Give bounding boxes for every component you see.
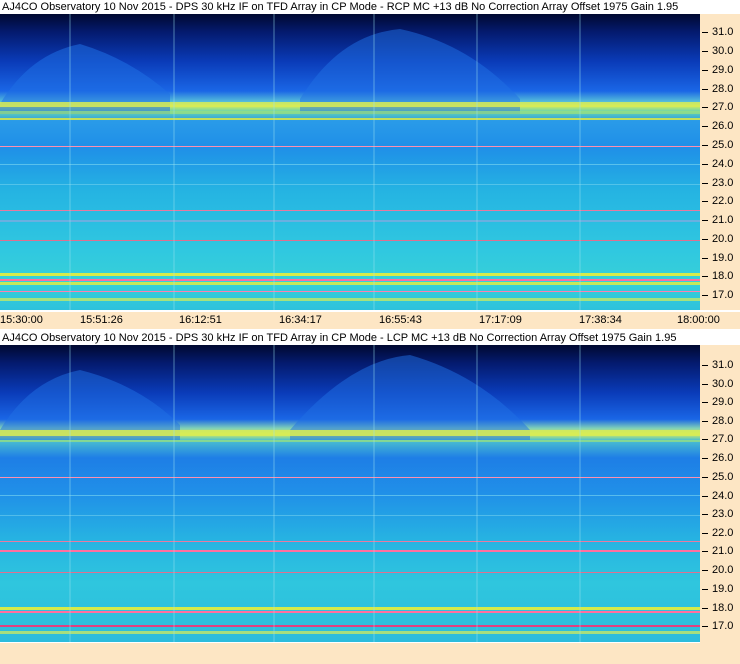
y-tick-label: 27.0 [701,433,734,445]
x-axis: 15:30:00 15:51:26 16:12:51 16:34:17 16:5… [0,312,740,329]
x-tick-label: 16:55:43 [379,314,422,326]
y-tick-label: 31.0 [701,26,734,38]
y-tick-label: 24.0 [701,490,734,502]
panel-title-rcp: AJ4CO Observatory 10 Nov 2015 - DPS 30 k… [0,0,700,14]
y-tick-label: 20.0 [701,233,734,245]
x-tick-label: 18:00:00 [677,314,720,326]
x-tick-label: 16:34:17 [279,314,322,326]
bottom-axis-strip [0,643,740,664]
y-tick-label: 17.0 [701,620,734,632]
y-tick-label: 22.0 [701,527,734,539]
y-tick-label: 26.0 [701,120,734,132]
y-tick-label: 23.0 [701,508,734,520]
y-axis-rcp: 31.0 30.0 29.0 28.0 27.0 26.0 25.0 24.0 … [700,14,740,310]
y-tick-label: 19.0 [701,252,734,264]
y-tick-label: 18.0 [701,602,734,614]
y-tick-label: 28.0 [701,415,734,427]
spectrogram-rcp-canvas [0,14,700,310]
x-tick-label: 15:51:26 [80,314,123,326]
y-tick-label: 29.0 [701,64,734,76]
y-tick-label: 23.0 [701,177,734,189]
y-tick-label: 17.0 [701,289,734,301]
y-tick-label: 28.0 [701,83,734,95]
y-tick-label: 30.0 [701,45,734,57]
y-tick-label: 31.0 [701,359,734,371]
y-tick-label: 18.0 [701,270,734,282]
spectrogram-rcp[interactable] [0,14,700,310]
y-tick-label: 29.0 [701,396,734,408]
y-tick-label: 22.0 [701,195,734,207]
x-tick-label: 17:17:09 [479,314,522,326]
y-tick-label: 25.0 [701,139,734,151]
x-tick-label: 15:30:00 [0,314,43,326]
y-tick-label: 24.0 [701,158,734,170]
y-tick-label: 27.0 [701,101,734,113]
y-tick-label: 21.0 [701,545,734,557]
y-tick-label: 19.0 [701,583,734,595]
spectrogram-lcp-canvas [0,345,700,642]
y-tick-label: 25.0 [701,471,734,483]
y-tick-label: 26.0 [701,452,734,464]
panel-title-lcp: AJ4CO Observatory 10 Nov 2015 - DPS 30 k… [0,331,700,345]
x-tick-label: 16:12:51 [179,314,222,326]
spectrogram-lcp[interactable] [0,345,700,642]
y-tick-label: 30.0 [701,378,734,390]
y-tick-label: 20.0 [701,564,734,576]
x-tick-label: 17:38:34 [579,314,622,326]
y-tick-label: 21.0 [701,214,734,226]
y-axis-lcp: 31.0 30.0 29.0 28.0 27.0 26.0 25.0 24.0 … [700,345,740,643]
